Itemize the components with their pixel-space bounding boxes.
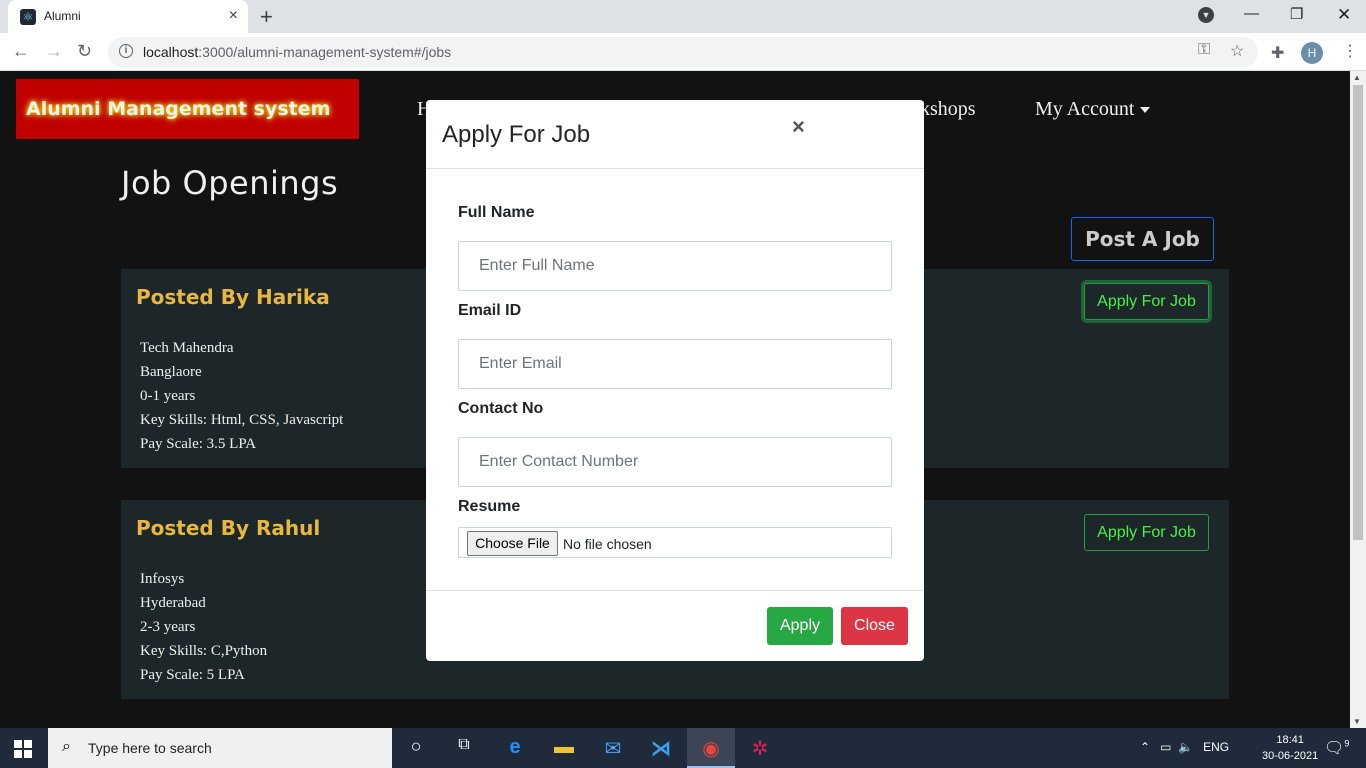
choose-file-button[interactable]: Choose File [467,531,558,556]
windows-start-icon[interactable] [14,740,32,758]
tab-title: Alumni [44,9,81,23]
url-path: :3000/alumni-management-system#/jobs [198,44,452,60]
modal-title: Apply For Job [442,121,591,148]
star-icon[interactable]: ☆ [1230,41,1244,61]
address-bar[interactable]: i localhost:3000/alumni-management-syste… [108,37,1258,67]
cortana-icon[interactable]: ○ [402,736,430,757]
resume-label: Resume [458,498,521,515]
key-icon[interactable]: ⚿ [1198,41,1210,59]
volume-icon[interactable]: 🔈 [1178,740,1193,754]
browser-toolbar: ← → ↻ i localhost:3000/alumni-management… [0,33,1366,71]
scrollbar[interactable]: ▲ ▼ [1350,71,1366,728]
url-host: localhost [143,44,199,60]
modal-close-icon[interactable]: × [792,114,805,140]
scroll-up-icon[interactable]: ▲ [1353,73,1361,82]
contact-label: Contact No [458,400,544,417]
windows-taskbar: ⌕ Type here to search ○ ⧉ e ▬ ✉ ⋊ ◉ ✲ ⌃ … [0,728,1366,768]
chrome-icon[interactable]: ◉ [697,736,725,761]
tray-chevron-up-icon[interactable]: ⌃ [1140,740,1150,754]
url-text[interactable]: localhost:3000/alumni-management-system#… [143,44,451,60]
contact-input[interactable]: Enter Contact Number [458,437,892,487]
taskbar-search-box[interactable]: ⌕ Type here to search [48,728,392,768]
system-tray: ⌃ ▭ 🔈 ENG [1140,740,1229,754]
edge-icon[interactable]: e [501,736,529,759]
extensions-icon[interactable]: ✚ [1271,43,1284,63]
scroll-down-icon[interactable]: ▼ [1353,717,1361,726]
full-name-label: Full Name [458,204,535,221]
file-explorer-icon[interactable]: ▬ [550,736,578,759]
forward-icon[interactable]: → [45,41,63,62]
minimize-icon[interactable]: — [1244,5,1259,22]
taskbar-search-placeholder: Type here to search [88,740,212,756]
close-button[interactable]: Close [841,607,908,645]
modal-header: Apply For Job × [426,100,924,169]
window-close-icon[interactable]: ✕ [1337,5,1351,25]
language-indicator[interactable]: ENG [1203,740,1229,754]
taskbar-clock[interactable]: 18:41 30-06-2021 [1262,732,1318,764]
notifications-icon[interactable]: 🗨9 [1324,738,1349,758]
info-icon[interactable]: i [119,44,133,58]
browser-tab[interactable]: ⚛ Alumni × [8,0,248,33]
email-input[interactable]: Enter Email [458,339,892,389]
clock-time: 18:41 [1276,734,1304,746]
no-file-text: No file chosen [563,536,652,552]
browser-tab-bar: ⚛ Alumni × + ▼ — ❐ ✕ [0,0,1366,33]
apply-job-modal: Apply For Job × Full Name Enter Full Nam… [426,100,924,661]
new-tab-button[interactable]: + [260,4,273,30]
slack-icon[interactable]: ✲ [746,736,774,761]
vscode-icon[interactable]: ⋊ [647,736,675,761]
page-content: Alumni Management system H kshops My Acc… [0,71,1350,728]
modal-footer-divider [426,590,924,591]
apply-button[interactable]: Apply [767,607,833,645]
search-icon: ⌕ [62,738,71,755]
clock-date: 30-06-2021 [1262,750,1319,762]
scrollbar-thumb[interactable] [1353,85,1363,540]
email-label: Email ID [458,302,522,319]
back-icon[interactable]: ← [12,41,30,62]
maximize-icon[interactable]: ❐ [1290,5,1303,23]
resume-file-input[interactable]: Choose File No file chosen [458,527,892,558]
tab-search-chevron-down-icon[interactable]: ▼ [1198,7,1214,23]
notification-count: 9 [1344,738,1350,749]
avatar[interactable]: H [1301,42,1323,64]
full-name-input[interactable]: Enter Full Name [458,241,892,291]
task-view-icon[interactable]: ⧉ [450,736,478,754]
mail-icon[interactable]: ✉ [599,736,627,761]
tab-close-icon[interactable]: × [229,7,238,25]
reload-icon[interactable]: ↻ [77,41,92,62]
react-favicon-icon: ⚛ [20,9,36,25]
battery-icon[interactable]: ▭ [1160,740,1171,754]
menu-icon[interactable]: ⋮ [1342,41,1358,61]
